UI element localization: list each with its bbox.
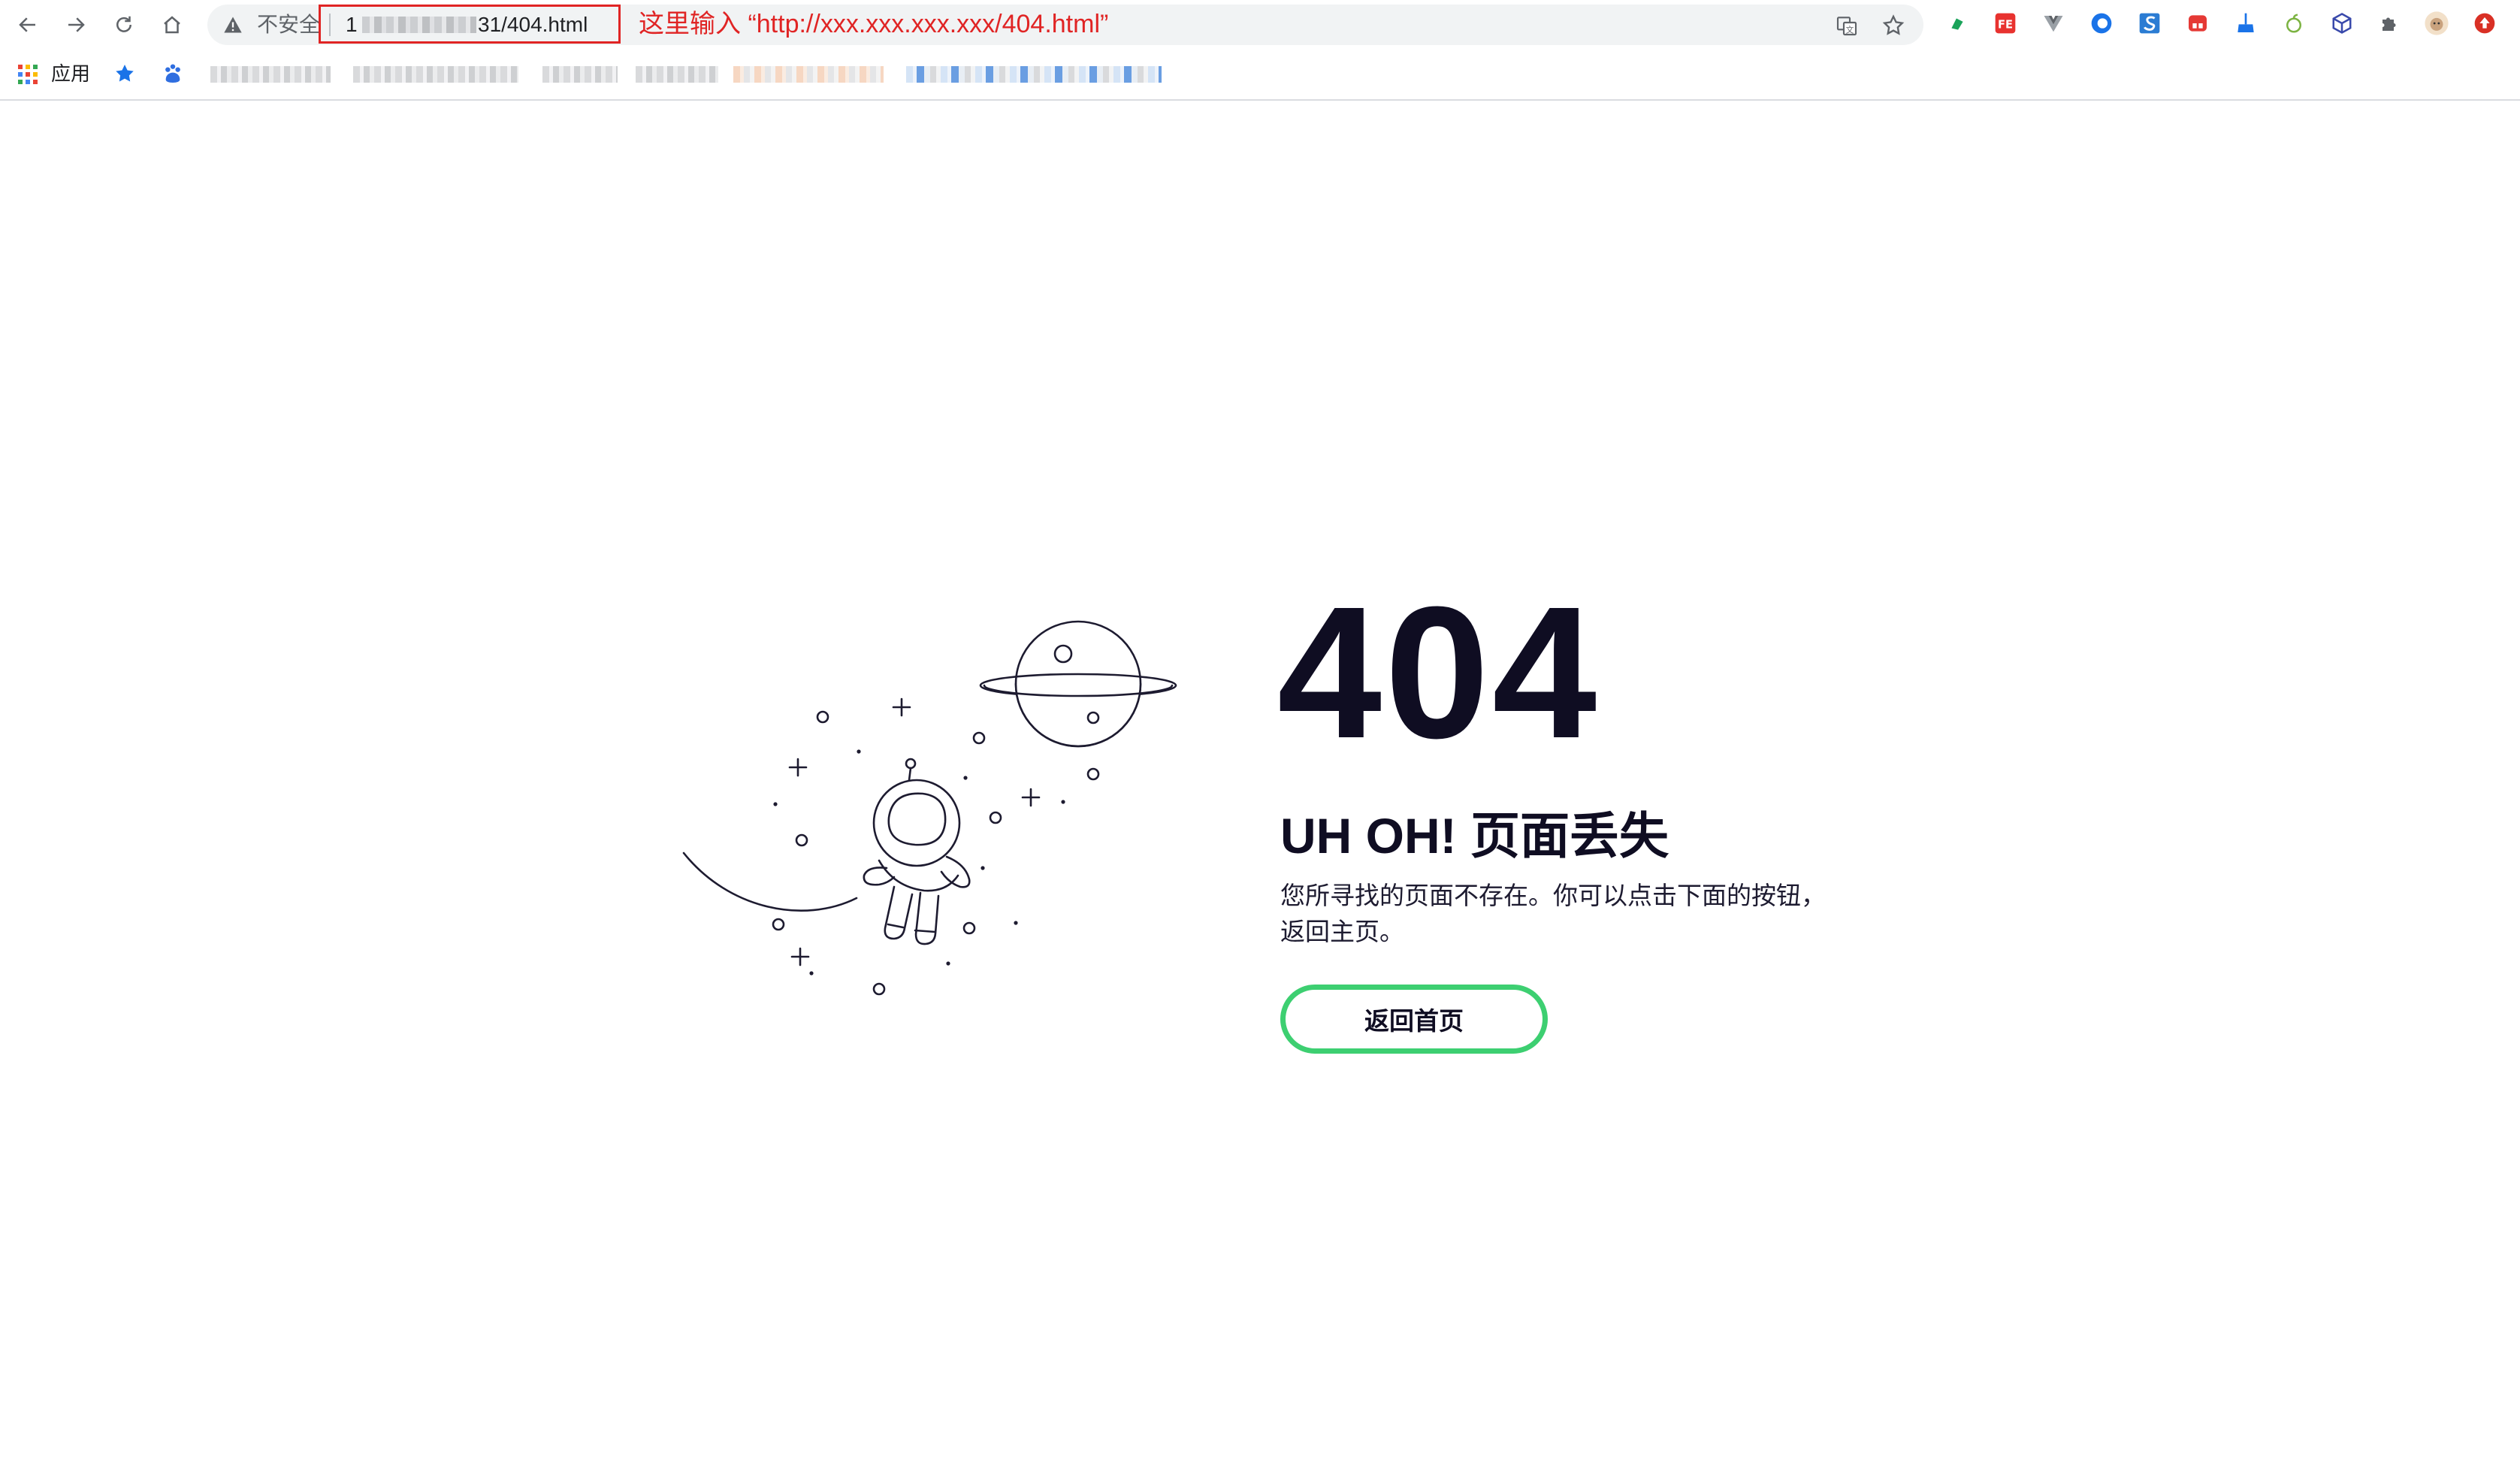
- bookmark-redacted[interactable]: [733, 66, 884, 83]
- bookmarks-bar: 应用: [0, 51, 2520, 101]
- url-annotation: 这里输入 “http://xxx.xxx.xxx.xxx/404.html”: [639, 10, 1109, 38]
- star-icon[interactable]: [1881, 14, 1905, 38]
- bookmark-redacted[interactable]: [636, 66, 718, 83]
- bookmark-redacted[interactable]: [353, 66, 518, 83]
- s-ext-icon[interactable]: [2137, 11, 2162, 36]
- puzzle-icon[interactable]: [2377, 11, 2403, 36]
- broom-ext-icon[interactable]: [2233, 11, 2259, 36]
- red-ext-icon[interactable]: [2185, 11, 2210, 36]
- flag-ext-icon[interactable]: [1944, 11, 1970, 36]
- cube-ext-icon[interactable]: [2329, 11, 2355, 36]
- profile-avatar[interactable]: [2424, 11, 2449, 36]
- star-bookmark-icon[interactable]: [113, 62, 137, 86]
- vue-ext-icon[interactable]: [2041, 11, 2066, 36]
- home-icon[interactable]: [153, 6, 191, 44]
- error-headline: UH OH! 页面丢失: [1280, 808, 1669, 864]
- apps-grid-icon[interactable]: [17, 63, 39, 86]
- update-icon[interactable]: [2472, 11, 2497, 36]
- error-description: 您所寻找的页面不存在。你可以点击下面的按钮，返回主页。: [1280, 882, 1826, 945]
- url-highlight-box: [319, 5, 621, 44]
- svg-text:FE: FE: [1998, 19, 2013, 32]
- apple-ext-icon[interactable]: [2281, 11, 2307, 36]
- fe-ext-icon[interactable]: FE: [1993, 11, 2018, 36]
- bookmark-redacted[interactable]: [210, 66, 331, 83]
- back-home-button[interactable]: 返回首页: [1280, 985, 1548, 1054]
- svg-text:文: 文: [1846, 25, 1854, 35]
- bookmark-redacted[interactable]: [542, 66, 618, 83]
- browser-toolbar: 不安全 1 31/404.html 文 这里输入 “http://xxx.xxx…: [0, 0, 2520, 50]
- error-code: 404: [1277, 567, 1600, 777]
- not-secure-label[interactable]: 不安全: [257, 12, 320, 38]
- back-icon[interactable]: [9, 6, 47, 44]
- baidu-bookmark-icon[interactable]: [161, 62, 185, 86]
- reload-icon[interactable]: [105, 6, 143, 44]
- forward-icon[interactable]: [57, 6, 95, 44]
- circle-ext-icon[interactable]: [2089, 11, 2114, 36]
- translate-icon[interactable]: 文: [1835, 14, 1859, 38]
- warning-icon[interactable]: [222, 14, 243, 35]
- apps-bookmark[interactable]: 应用: [51, 62, 90, 86]
- bookmark-redacted[interactable]: [906, 66, 1162, 83]
- astronaut-illustration: [682, 620, 1177, 996]
